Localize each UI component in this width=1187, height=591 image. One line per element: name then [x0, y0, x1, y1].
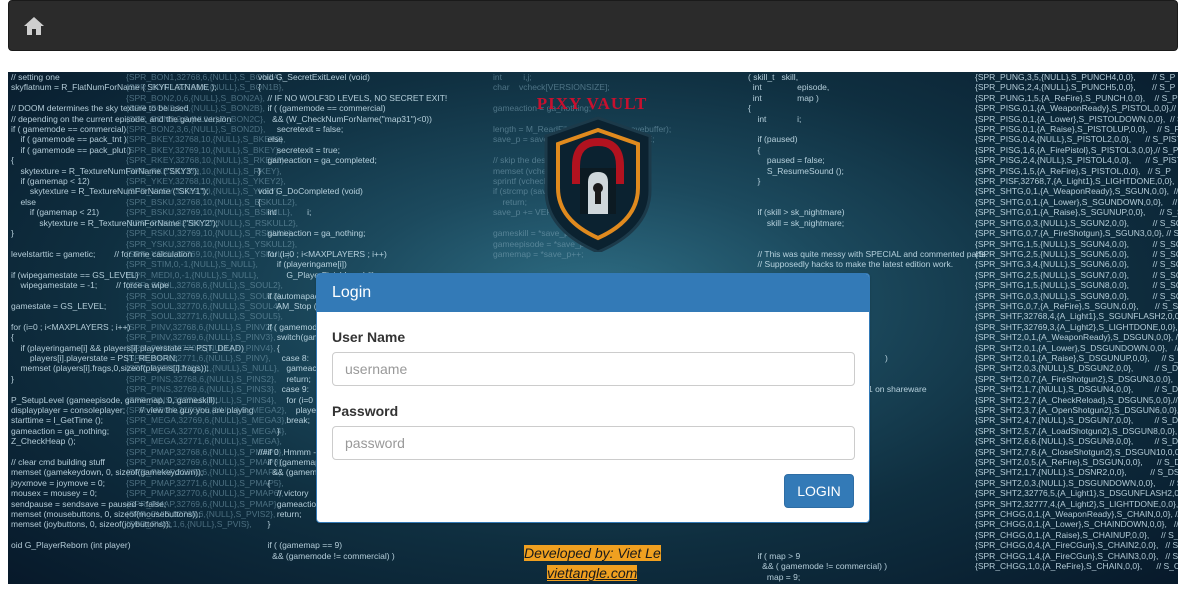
- password-input[interactable]: [332, 426, 855, 460]
- developer-credit: Developed by: Viet Le: [524, 545, 661, 561]
- login-button[interactable]: LOGIN: [784, 474, 854, 508]
- developer-site-link[interactable]: viettangle.com: [547, 565, 638, 581]
- home-icon[interactable]: [23, 16, 45, 36]
- username-input[interactable]: [332, 352, 855, 386]
- developer-credit-text: Developed by: Viet Le: [524, 545, 661, 561]
- login-panel-heading: Login: [317, 274, 869, 312]
- login-panel: Login User Name Password LOGIN: [316, 273, 870, 523]
- vault-logo: [538, 92, 658, 254]
- top-navbar: [8, 0, 1178, 51]
- username-label: User Name: [332, 329, 406, 345]
- background-code-far-right: {SPR_PUNG,3,5,{NULL},S_PUNCH4,0,0}, // S…: [975, 72, 1178, 572]
- password-label: Password: [332, 403, 399, 419]
